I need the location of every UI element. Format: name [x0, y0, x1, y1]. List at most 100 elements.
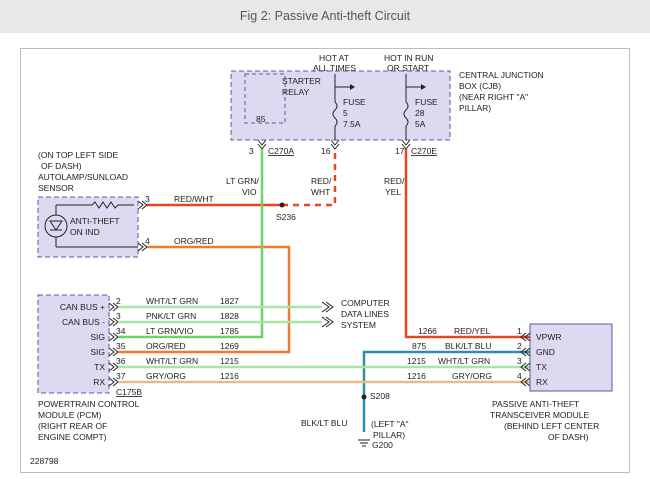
pats-pin-number: 2	[517, 341, 522, 351]
pats-circuit-number: 1216	[407, 371, 426, 381]
pats-wire-color: GRY/ORG	[452, 371, 492, 381]
pcm-pin-number: 36	[116, 356, 126, 366]
hot-at-all-times-label: ALL TIMES	[313, 63, 356, 73]
wire-color-label: WHT	[311, 187, 330, 197]
cjb-name-label: PILLAR)	[459, 103, 491, 113]
sensor-pin-3: 3	[145, 194, 150, 204]
pcm-circuit-number: 1827	[220, 296, 239, 306]
pcm-wire-color: ORG/RED	[146, 341, 186, 351]
pcm-signal-sig: SIG	[90, 347, 105, 357]
wire-color-label: RED/	[311, 176, 332, 186]
cjb-name-label: CENTRAL JUNCTION	[459, 70, 544, 80]
pcm-wire-color: WHT/LT GRN	[146, 296, 198, 306]
wire-color-label: LT GRN/	[226, 176, 259, 186]
pats-signal-vpwr: VPWR	[536, 332, 562, 342]
pats-signal-rx: RX	[536, 377, 548, 387]
wire-color-label: YEL	[385, 187, 401, 197]
cjb-name-label: BOX (CJB)	[459, 81, 501, 91]
pats-signal-tx: TX	[536, 362, 547, 372]
pcm-circuit-number: 1828	[220, 311, 239, 321]
wire-color-label: ORG/RED	[174, 236, 214, 246]
data-lines-label: DATA LINES	[341, 309, 389, 319]
fuse-28-label: FUSE	[415, 97, 438, 107]
connector-c175b: C175B	[116, 387, 142, 397]
sensor-location-label: (ON TOP LEFT SIDE	[38, 150, 118, 160]
pcm-wire-color: LT GRN/VIO	[146, 326, 194, 336]
sensor-pin-4: 4	[145, 236, 150, 246]
pcm-circuit-number: 1269	[220, 341, 239, 351]
pcm-pin-number: 34	[116, 326, 126, 336]
hot-in-run-label: HOT IN RUN	[384, 53, 433, 63]
pcm-name-label: MODULE (PCM)	[38, 410, 101, 420]
data-lines-arrows	[321, 301, 334, 328]
pcm-name-label: (RIGHT REAR OF	[38, 421, 107, 431]
indicator-label: ANTI-THEFT	[70, 216, 120, 226]
wires	[139, 149, 530, 432]
hot-at-all-times-label: HOT AT	[319, 53, 349, 63]
pcm-signal-can-bus-minus: CAN BUS -	[62, 317, 105, 327]
ground-location-label: (LEFT "A"	[371, 419, 409, 429]
wiring-diagram: STARTER RELAY 85 HOT AT ALL TIMES HOT IN…	[30, 53, 613, 466]
connector-c270a: C270A	[268, 146, 294, 156]
wire-color-label: RED/	[384, 176, 405, 186]
starter-relay-label: RELAY	[282, 87, 310, 97]
pats-name-label: OF DASH)	[548, 432, 589, 442]
pcm-signal-sig: SIG	[90, 332, 105, 342]
pats-name-label: (BEHIND LEFT CENTER	[504, 421, 599, 431]
sensor-name-label: SENSOR	[38, 183, 74, 193]
pats-pin-number: 1	[517, 326, 522, 336]
hot-in-run-label: OR START	[387, 63, 429, 73]
data-lines-label: COMPUTER	[341, 298, 390, 308]
fuse-5-label: FUSE	[343, 97, 366, 107]
pcm-wire-color: WHT/LT GRN	[146, 356, 198, 366]
pcm-name-label: POWERTRAIN CONTROL	[38, 399, 140, 409]
connector-c270e: C270E	[411, 146, 437, 156]
splice-s236-label: S236	[276, 212, 296, 222]
pats-wire-color: BLK/LT BLU	[445, 341, 491, 351]
splice-s208	[361, 394, 367, 400]
fuse-5-rating: 7.5A	[343, 119, 361, 129]
ground-location-label: PILLAR)	[373, 430, 405, 440]
figure-number: 228798	[30, 456, 59, 466]
pcm-signal-rx: RX	[93, 377, 105, 387]
splice-s236	[279, 202, 285, 208]
ground-icon	[358, 439, 370, 447]
data-lines-label: SYSTEM	[341, 320, 376, 330]
cjb-pin-16: 16	[321, 146, 331, 156]
pats-connector-pins	[520, 332, 531, 387]
pcm-pin-number: 35	[116, 341, 126, 351]
fuse-28-number: 28	[415, 108, 425, 118]
pats-wire-color: RED/YEL	[454, 326, 491, 336]
pcm-circuit-number: 1215	[220, 356, 239, 366]
relay-pin-label: 85	[256, 114, 266, 124]
pcm-circuit-number: 1216	[220, 371, 239, 381]
fuse-5-number: 5	[343, 108, 348, 118]
pats-circuit-number: 1266	[418, 326, 437, 336]
pcm-pin-number: 37	[116, 371, 126, 381]
pats-pin-table: 1266 RED/YEL 1 875 BLK/LT BLU 2 1215 WHT…	[407, 326, 522, 381]
fuse-28-rating: 5A	[415, 119, 426, 129]
pcm-wire-color: GRY/ORG	[146, 371, 186, 381]
pcm-pin-number: 3	[116, 311, 121, 321]
sensor-location-label: OF DASH)	[41, 161, 82, 171]
starter-relay-label: STARTER	[282, 76, 321, 86]
pats-circuit-number: 875	[412, 341, 426, 351]
cjb-pin-3: 3	[249, 146, 254, 156]
pats-pin-number: 4	[517, 371, 522, 381]
ground-wire-label: BLK/LT BLU	[301, 418, 347, 428]
pcm-wire-color: PNK/LT GRN	[146, 311, 196, 321]
cjb-pin-17: 17	[395, 146, 405, 156]
pats-name-label: PASSIVE ANTI-THEFT	[492, 399, 579, 409]
pats-circuit-number: 1215	[407, 356, 426, 366]
splice-s208-label: S208	[370, 391, 390, 401]
sensor-name-label: AUTOLAMP/SUNLOAD	[38, 172, 128, 182]
pats-name-label: TRANSCEIVER MODULE	[490, 410, 590, 420]
pcm-signal-can-bus-plus: CAN BUS +	[60, 302, 105, 312]
pcm-pin-number: 2	[116, 296, 121, 306]
indicator-label: ON IND	[70, 227, 100, 237]
pcm-circuit-number: 1785	[220, 326, 239, 336]
pcm-signal-tx: TX	[94, 362, 105, 372]
cjb-name-label: (NEAR RIGHT "A"	[459, 92, 528, 102]
pats-pin-number: 3	[517, 356, 522, 366]
ground-g200-label: G200	[372, 440, 393, 450]
